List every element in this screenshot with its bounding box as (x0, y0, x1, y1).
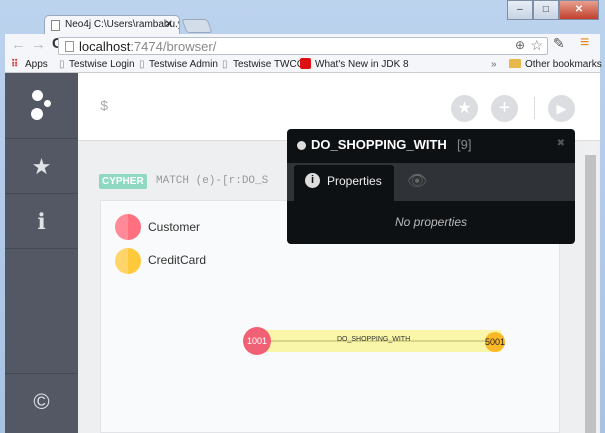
url-path: :7474/browser/ (130, 39, 217, 54)
info-icon: i (305, 173, 320, 188)
info-icon[interactable]: ℹ (5, 194, 78, 249)
star-icon[interactable]: ☆ (530, 37, 543, 54)
favorites-star-icon[interactable]: ★ (5, 139, 78, 194)
forward-icon[interactable]: → (31, 36, 46, 53)
scrollbar-thumb[interactable] (585, 155, 596, 433)
new-tab-button[interactable] (181, 19, 213, 33)
eyedropper-icon[interactable]: ✎ (553, 35, 565, 52)
address-bar[interactable]: localhost:7474/browser/ ⊕ ☆ (58, 37, 548, 55)
apps-icon: ⠿ (11, 59, 19, 70)
page-icon: ▯ (139, 59, 145, 70)
bookmark-apps[interactable]: Apps (25, 59, 48, 70)
page-icon (51, 20, 60, 31)
bookmark-testwise-admin[interactable]: Testwise Admin (149, 59, 218, 70)
page-icon: ▯ (222, 59, 228, 70)
bookmark-jdk8[interactable]: What's New in JDK 8 (315, 59, 409, 70)
bookmarks-bar: ⠿ Apps ▯ Testwise Login ▯ Testwise Admin… (5, 57, 602, 73)
url-host: localhost (79, 39, 131, 54)
node-customer[interactable]: 1001 (243, 327, 271, 355)
menu-icon[interactable]: ≡ (580, 34, 589, 52)
minimize-button[interactable]: – (507, 0, 533, 20)
bookmark-testwise-login[interactable]: Testwise Login (69, 59, 135, 70)
legend-swatch-customer[interactable] (115, 214, 141, 240)
maximize-button[interactable]: □ (532, 0, 559, 20)
tab-properties-label: Properties (327, 174, 382, 188)
node-creditcard[interactable]: 5001 (485, 332, 505, 352)
legend-customer[interactable]: Customer (148, 220, 200, 234)
window-controls: – □ ✕ (507, 0, 599, 20)
other-bookmarks[interactable]: Other bookmarks (525, 59, 602, 70)
favorite-star-button[interactable]: ★ (451, 95, 478, 122)
eye-icon[interactable]: 👁 (407, 171, 427, 191)
page-icon: ▯ (59, 59, 65, 70)
browser-tab[interactable]: Neo4j C:\Users\rambabu.y ✕ (44, 15, 180, 35)
folder-icon (509, 59, 521, 68)
tab-title: Neo4j C:\Users\rambabu.y (65, 19, 180, 30)
cypher-badge: CYPHER (99, 174, 147, 189)
back-icon[interactable]: ← (11, 36, 26, 53)
run-button[interactable]: ▶ (548, 95, 575, 122)
page-icon (65, 41, 74, 52)
zoom-icon[interactable]: ⊕ (515, 38, 525, 52)
close-window-button[interactable]: ✕ (558, 0, 599, 20)
close-tab-icon[interactable]: ✕ (165, 19, 173, 30)
copyright-icon[interactable]: © (5, 373, 78, 428)
add-button[interactable]: + (491, 95, 518, 122)
tab-properties[interactable]: i Properties (294, 165, 394, 201)
close-icon[interactable]: ✖ (557, 138, 565, 149)
relationship-label[interactable]: DO_SHOPPING_WITH (337, 336, 410, 343)
query-text[interactable]: MATCH (e)-[r:DO_S (156, 175, 268, 187)
bookmark-testwise-twcc[interactable]: Testwise TWCC (233, 59, 304, 70)
no-properties-text: No properties (394, 215, 468, 229)
legend-swatch-creditcard[interactable] (115, 248, 141, 274)
editor-prompt: $ (100, 99, 109, 115)
popup-title: DO_SHOPPING_WITH (311, 137, 447, 152)
legend-creditcard[interactable]: CreditCard (148, 253, 206, 267)
neo4j-logo[interactable] (5, 73, 78, 139)
relationship-dot-icon (297, 141, 306, 150)
divider (534, 97, 535, 119)
bookmarks-overflow[interactable]: » (491, 59, 497, 70)
inspector-popup: DO_SHOPPING_WITH [9] ✖ i Properties 👁 No… (287, 129, 575, 244)
sidebar: ★ ℹ © (5, 73, 78, 433)
popup-count: [9] (457, 137, 472, 152)
oracle-icon (300, 58, 311, 69)
